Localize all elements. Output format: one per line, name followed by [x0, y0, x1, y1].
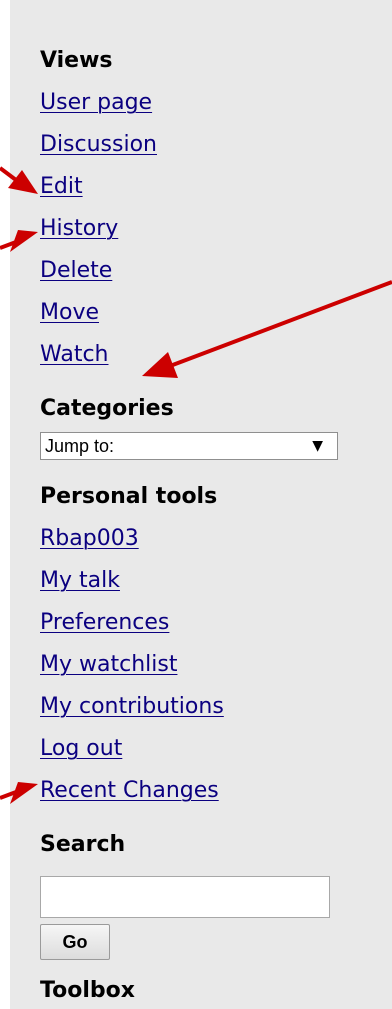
personal-tools-heading: Personal tools [40, 484, 218, 509]
views-link-edit[interactable]: Edit [40, 174, 83, 199]
views-heading: Views [40, 48, 113, 73]
views-link-user-page[interactable]: User page [40, 90, 152, 115]
categories-select-value: Jump to: [45, 435, 115, 456]
views-link-history[interactable]: History [40, 216, 118, 241]
page: Views User page Discussion Edit History … [0, 0, 392, 1009]
personal-link-my-talk[interactable]: My talk [40, 568, 120, 593]
search-go-button[interactable]: Go [40, 924, 110, 960]
views-link-delete[interactable]: Delete [40, 258, 112, 283]
personal-link-preferences[interactable]: Preferences [40, 610, 169, 635]
personal-link-my-watchlist[interactable]: My watchlist [40, 652, 177, 677]
categories-jump-select[interactable]: Jump to: ▼ [40, 432, 338, 460]
toolbox-heading: Toolbox [40, 978, 135, 1003]
personal-link-my-contributions[interactable]: My contributions [40, 694, 224, 719]
views-link-move[interactable]: Move [40, 300, 99, 325]
search-heading: Search [40, 832, 126, 857]
categories-heading: Categories [40, 396, 174, 421]
search-input[interactable] [40, 876, 330, 918]
dropdown-arrow-icon: ▼ [312, 438, 323, 454]
views-link-discussion[interactable]: Discussion [40, 132, 157, 157]
personal-link-username[interactable]: Rbap003 [40, 526, 139, 551]
personal-link-recent-changes[interactable]: Recent Changes [40, 778, 219, 803]
views-link-watch[interactable]: Watch [40, 342, 109, 367]
personal-link-log-out[interactable]: Log out [40, 736, 122, 761]
